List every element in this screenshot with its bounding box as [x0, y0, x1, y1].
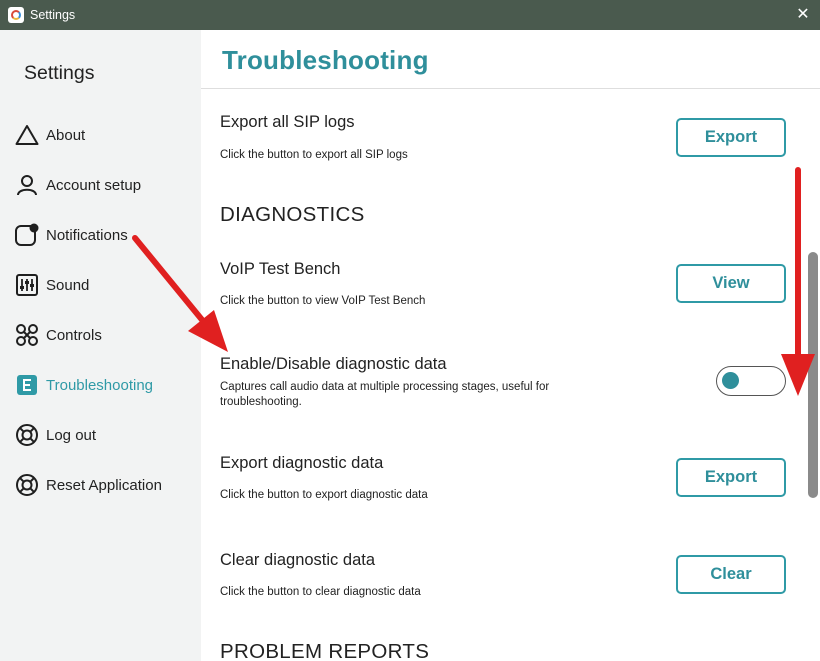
sidebar-item-label: Troubleshooting	[46, 376, 154, 394]
export-sip-logs-button[interactable]: Export	[676, 118, 786, 157]
sidebar-item-log-out[interactable]: Log out	[14, 420, 194, 450]
title-bar: Settings ✕	[0, 0, 820, 30]
export-sip-logs-title: Export all SIP logs	[220, 113, 355, 131]
sidebar-item-troubleshooting[interactable]: Troubleshooting	[14, 370, 194, 400]
sliders-icon	[14, 272, 40, 298]
sidebar-item-label: Account setup	[46, 176, 142, 194]
problem-reports-heading: PROBLEM REPORTS	[220, 640, 430, 661]
sidebar-item-sound[interactable]: Sound	[14, 270, 194, 300]
close-window-button[interactable]: ✕	[792, 4, 814, 26]
sidebar-item-label: Controls	[46, 326, 102, 344]
export-sip-logs-desc: Click the button to export all SIP logs	[220, 149, 408, 161]
diagnostic-data-toggle[interactable]	[716, 366, 786, 396]
clear-diagnostic-data-title: Clear diagnostic data	[220, 551, 376, 569]
window-title: Settings	[30, 8, 76, 22]
export-diagnostic-data-title: Export diagnostic data	[220, 454, 384, 472]
sidebar: Settings About Account setup Notificatio…	[0, 30, 201, 661]
sidebar-item-label: About	[46, 126, 86, 144]
diagnostics-heading: DIAGNOSTICS	[220, 203, 365, 226]
diagnostic-data-toggle-desc: Captures call audio data at multiple pro…	[220, 381, 550, 408]
app-logo-icon	[8, 7, 24, 23]
lifebuoy-icon	[14, 472, 40, 498]
diagnostic-data-toggle-title: Enable/Disable diagnostic data	[220, 355, 447, 373]
sidebar-item-label: Log out	[46, 426, 97, 444]
sidebar-item-controls[interactable]: Controls	[14, 320, 194, 350]
sidebar-item-reset-application[interactable]: Reset Application	[14, 470, 194, 500]
troubleshooting-icon	[14, 372, 40, 398]
sidebar-item-notifications[interactable]: Notifications	[14, 220, 194, 250]
clear-diagnostic-data-button[interactable]: Clear	[676, 555, 786, 594]
sidebar-item-label: Reset Application	[46, 476, 162, 494]
sidebar-item-label: Notifications	[46, 226, 128, 244]
header-divider	[201, 88, 820, 89]
export-diagnostic-data-button[interactable]: Export	[676, 458, 786, 497]
voip-test-bench-desc: Click the button to view VoIP Test Bench	[220, 295, 426, 307]
alert-triangle-icon	[14, 122, 40, 148]
lifebuoy-icon	[14, 422, 40, 448]
main-content: Troubleshooting Export all SIP logs Clic…	[201, 30, 820, 661]
page-title: Troubleshooting	[222, 45, 429, 75]
toggle-knob	[722, 372, 739, 389]
sidebar-item-about[interactable]: About	[14, 120, 194, 150]
clear-diagnostic-data-desc: Click the button to clear diagnostic dat…	[220, 586, 421, 598]
export-diagnostic-data-desc: Click the button to export diagnostic da…	[220, 489, 428, 501]
user-icon	[14, 172, 40, 198]
scrollbar-thumb[interactable]	[808, 252, 818, 498]
notification-icon	[14, 222, 40, 248]
sidebar-title: Settings	[24, 62, 95, 84]
voip-test-bench-title: VoIP Test Bench	[220, 260, 341, 278]
controls-icon	[14, 322, 40, 348]
view-voip-test-bench-button[interactable]: View	[676, 264, 786, 303]
sidebar-item-label: Sound	[46, 276, 90, 294]
sidebar-item-account-setup[interactable]: Account setup	[14, 170, 194, 200]
